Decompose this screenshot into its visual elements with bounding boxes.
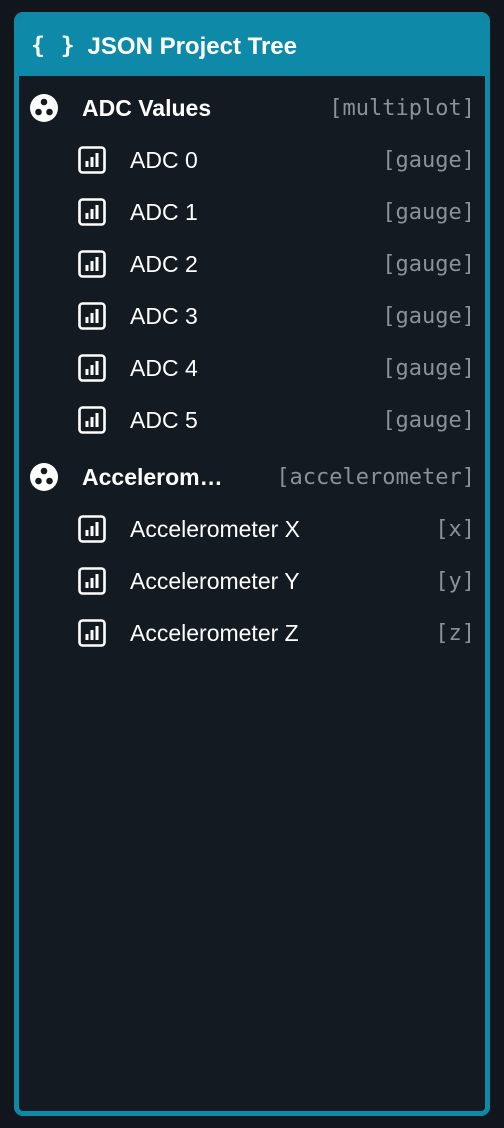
tree-item-adc-0[interactable]: ADC 0 [gauge]	[19, 138, 485, 182]
gauge-chart-icon	[77, 197, 107, 227]
item-type-tag: [z]	[435, 620, 475, 646]
item-type-tag: [gauge]	[382, 355, 475, 381]
tree-item-accelerometer-x[interactable]: Accelerometer X [x]	[19, 507, 485, 551]
group-type-tag: [multiplot]	[329, 95, 475, 121]
chart-icon	[77, 618, 107, 648]
tree-item-adc-3[interactable]: ADC 3 [gauge]	[19, 294, 485, 338]
item-type-tag: [gauge]	[382, 303, 475, 329]
item-type-tag: [gauge]	[382, 407, 475, 433]
json-project-tree-panel: { } JSON Project Tree ADC Values [multip…	[14, 12, 490, 1116]
item-label: ADC 1	[130, 198, 198, 225]
group-label: ADC Values	[82, 94, 212, 121]
item-type-tag: [y]	[435, 568, 475, 594]
tree-item-accelerometer-y[interactable]: Accelerometer Y [y]	[19, 559, 485, 603]
tree-item-adc-2[interactable]: ADC 2 [gauge]	[19, 242, 485, 286]
item-label: ADC 3	[130, 302, 198, 329]
gauge-chart-icon	[77, 353, 107, 383]
multiplot-group-icon	[29, 93, 59, 123]
group-label: Accelerom…	[82, 463, 223, 490]
chart-icon	[77, 514, 107, 544]
braces-icon: { }	[31, 33, 76, 59]
tree-group-adc-values[interactable]: ADC Values [multiplot]	[19, 86, 485, 130]
panel-header: { } JSON Project Tree	[19, 17, 485, 76]
group-type-tag: [accelerometer]	[276, 464, 475, 490]
item-type-tag: [gauge]	[382, 251, 475, 277]
item-label: ADC 5	[130, 406, 198, 433]
item-label: ADC 0	[130, 146, 198, 173]
item-label: ADC 2	[130, 250, 198, 277]
item-type-tag: [gauge]	[382, 147, 475, 173]
item-type-tag: [x]	[435, 516, 475, 542]
tree-group-accelerometer[interactable]: Accelerom… [accelerometer]	[19, 455, 485, 499]
item-label: Accelerometer Z	[130, 619, 299, 646]
accelerometer-group-icon	[29, 462, 59, 492]
panel-title: JSON Project Tree	[87, 32, 297, 60]
tree-item-adc-5[interactable]: ADC 5 [gauge]	[19, 398, 485, 442]
chart-icon	[77, 566, 107, 596]
item-type-tag: [gauge]	[382, 199, 475, 225]
gauge-chart-icon	[77, 145, 107, 175]
item-label: Accelerometer X	[130, 515, 301, 542]
tree-item-adc-4[interactable]: ADC 4 [gauge]	[19, 346, 485, 390]
item-label: ADC 4	[130, 354, 198, 381]
tree-item-adc-1[interactable]: ADC 1 [gauge]	[19, 190, 485, 234]
gauge-chart-icon	[77, 249, 107, 279]
item-label: Accelerometer Y	[130, 567, 300, 594]
tree-item-accelerometer-z[interactable]: Accelerometer Z [z]	[19, 611, 485, 655]
gauge-chart-icon	[77, 405, 107, 435]
gauge-chart-icon	[77, 301, 107, 331]
